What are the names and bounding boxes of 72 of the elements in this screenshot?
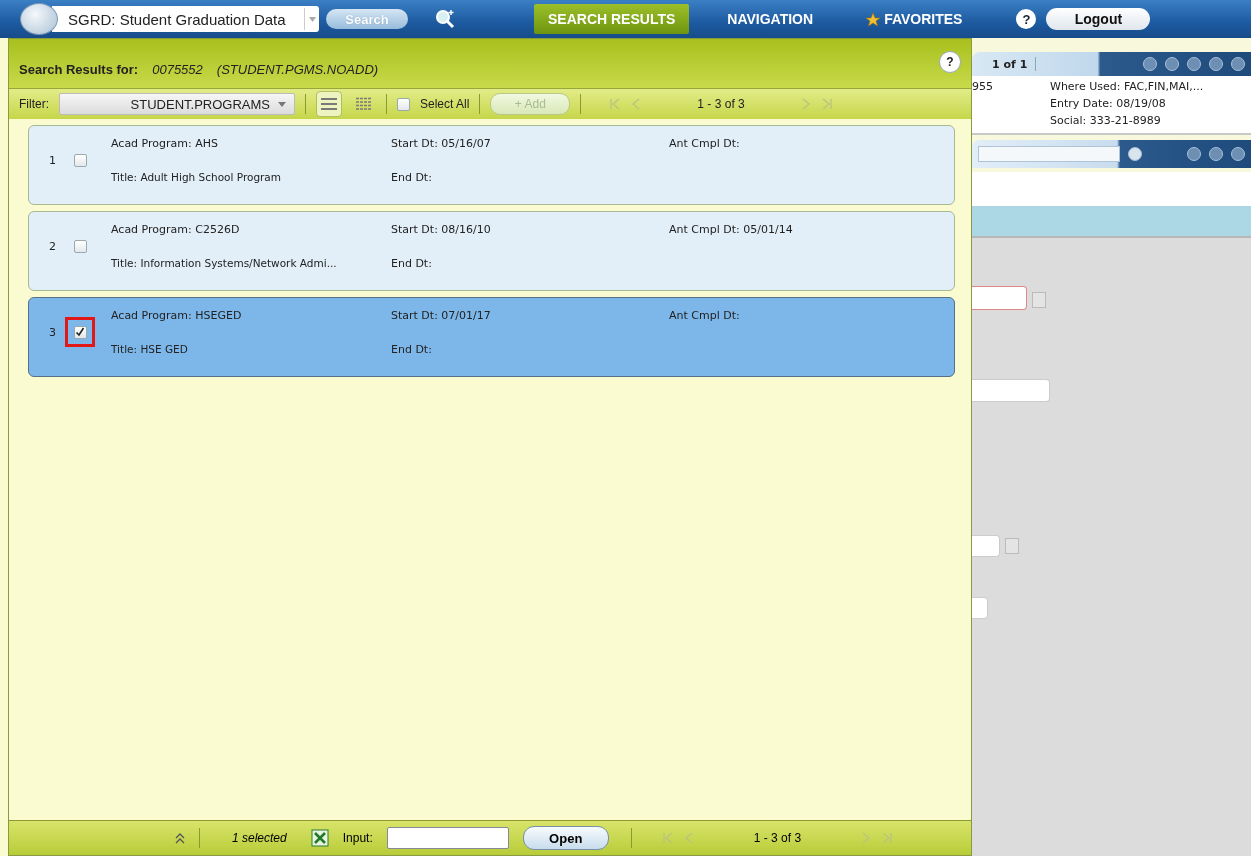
select-all-checkbox[interactable] — [397, 97, 410, 111]
results-heading: Search Results for: — [19, 62, 139, 77]
previous-page-icon[interactable] — [683, 832, 694, 844]
grid-view-icon[interactable] — [355, 97, 373, 111]
help-button[interactable]: ? — [1016, 9, 1037, 29]
nav-tab[interactable]: NAVIGATION — [713, 4, 828, 34]
slider-track[interactable] — [978, 146, 1120, 162]
nav-tab[interactable]: FAVORITES — [851, 4, 977, 34]
title-label: Title: Information Systems/Network Admi... — [111, 257, 338, 269]
first-page-icon[interactable] — [661, 832, 674, 844]
completion-date-label: Ant Cmpl Dt: 05/01/14 — [669, 222, 794, 236]
app-logo-icon — [20, 3, 58, 35]
program-label: Acad Program: AHS — [111, 136, 219, 150]
help-button[interactable]: ? — [939, 51, 961, 73]
input-field[interactable] — [386, 827, 509, 849]
program-label: Acad Program: HSEGED — [111, 308, 243, 322]
social-text: Social: 333-21-8989 — [1050, 114, 1162, 127]
row-number: 1 — [48, 153, 57, 167]
form-field[interactable] — [972, 286, 1027, 310]
start-date-label: Start Dt: 05/16/07 — [391, 136, 492, 150]
collapse-up-icon[interactable] — [175, 832, 185, 844]
result-row[interactable]: 3 Acad Program: HSEGED Start Dt: 07/01/17 Ant Cmpl Dt: Title: HSE GED End Dt: — [28, 297, 955, 377]
page-range: 1 - 3 of 3 — [753, 831, 802, 845]
form-field[interactable] — [972, 597, 988, 619]
row-checkbox[interactable] — [73, 239, 87, 253]
list-view-icon[interactable] — [320, 97, 338, 111]
selected-count: 1 selected — [232, 831, 287, 845]
filter-label: Filter: — [19, 97, 49, 111]
id-text: 955 — [972, 80, 994, 93]
row-number: 2 — [48, 239, 57, 253]
dropdown-icon[interactable] — [1032, 292, 1046, 308]
query-text: 0075552 — [152, 62, 203, 77]
end-date-label: End Dt: — [391, 342, 433, 356]
logout-button[interactable]: Logout — [1046, 8, 1151, 30]
page-range: 1 - 3 of 3 — [697, 97, 745, 111]
completion-date-label: Ant Cmpl Dt: — [669, 136, 741, 150]
start-date-label: Start Dt: 08/16/10 — [391, 222, 492, 236]
dropdown-caret-icon[interactable] — [308, 16, 316, 22]
row-number: 3 — [48, 325, 57, 339]
star-icon — [865, 11, 882, 27]
entry-date-text: Entry Date: 08/19/08 — [1050, 97, 1167, 110]
program-label: Acad Program: C2526D — [111, 222, 241, 236]
end-date-label: End Dt: — [391, 256, 433, 270]
completion-date-label: Ant Cmpl Dt: — [669, 308, 741, 322]
title-label: Title: HSE GED — [111, 343, 189, 355]
end-date-label: End Dt: — [391, 170, 433, 184]
dropdown-caret-icon — [278, 101, 286, 107]
previous-page-icon[interactable] — [631, 98, 642, 110]
result-row[interactable]: 1 Acad Program: AHS Start Dt: 05/16/07 Ant Cmpl Dt: Title: Adult High School Program End Dt: — [28, 125, 955, 205]
open-button[interactable]: Open — [522, 826, 609, 850]
module-field[interactable]: SGRD: Student Graduation Data — [52, 6, 319, 32]
dropdown-icon[interactable] — [1005, 538, 1019, 554]
process-name: (STUDENT.PGMS.NOADD) — [216, 62, 379, 77]
last-page-icon[interactable] — [820, 98, 833, 110]
select-all-label: Select All — [420, 97, 470, 111]
spreadsheet-export-icon[interactable] — [310, 829, 329, 847]
input-label: Input: — [342, 831, 373, 845]
search-icon[interactable] — [434, 8, 456, 30]
form-field[interactable] — [972, 379, 1050, 402]
first-page-icon[interactable] — [609, 98, 622, 110]
title-label: Title: Adult High School Program — [111, 171, 283, 183]
result-row[interactable]: 2 Acad Program: C2526D Start Dt: 08/16/10 Ant Cmpl Dt: 05/01/14 Title: Information Systems/Network Admi... End Dt: — [28, 211, 955, 291]
last-page-icon[interactable] — [881, 832, 894, 844]
where-used-text: Where Used: FAC,FIN,MAI,... — [1050, 80, 1205, 93]
record-pager: 1 of 1 — [992, 57, 1028, 71]
form-field[interactable] — [972, 535, 1000, 557]
start-date-label: Start Dt: 07/01/17 — [391, 308, 492, 322]
filter-dropdown[interactable]: STUDENT.PROGRAMS — [59, 93, 295, 115]
next-page-icon[interactable] — [861, 832, 872, 844]
row-checkbox[interactable] — [73, 153, 87, 167]
next-page-icon[interactable] — [800, 98, 811, 110]
row-checkbox[interactable] — [73, 325, 87, 339]
